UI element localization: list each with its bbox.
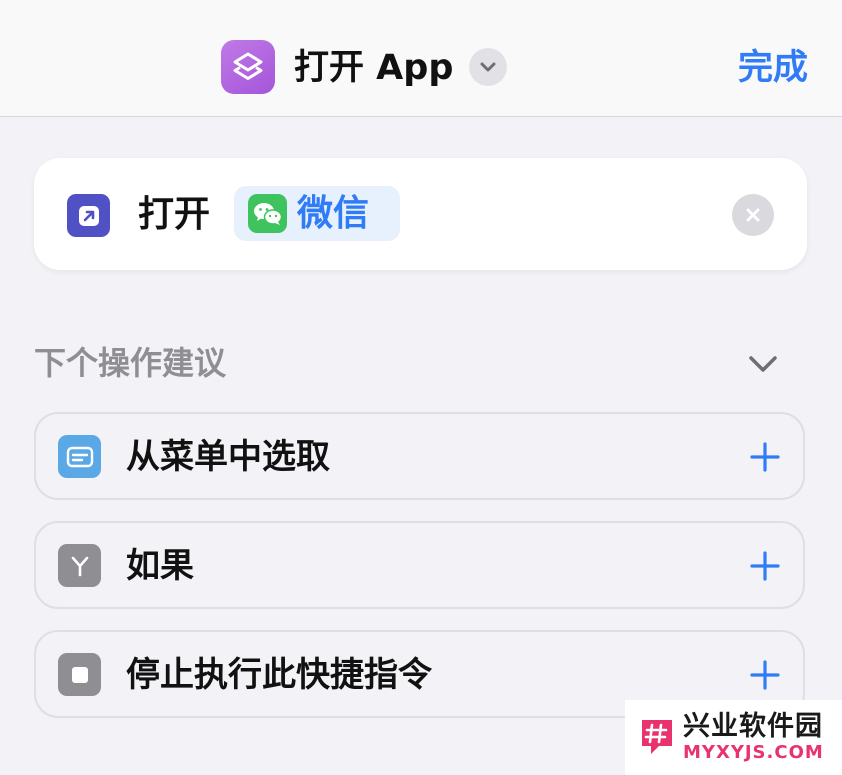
menu-list-icon — [58, 435, 101, 478]
suggestion-label: 停止执行此快捷指令 — [126, 655, 432, 695]
suggestion-if[interactable]: 如果 — [34, 521, 805, 609]
chevron-down-icon[interactable] — [469, 48, 507, 86]
suggestions-heading: 下个操作建议 — [34, 344, 227, 382]
site-watermark: 兴业软件园 MYXYJS.COM — [625, 700, 842, 775]
action-card[interactable]: 打开 微信 — [34, 158, 807, 270]
wechat-icon — [248, 194, 287, 233]
navigation-bar: 打开 App 完成 — [0, 0, 842, 117]
page-title[interactable]: 打开 App — [294, 43, 453, 93]
stop-icon — [58, 653, 101, 696]
plus-icon[interactable] — [744, 545, 786, 587]
suggestion-choose-from-menu[interactable]: 从菜单中选取 — [34, 412, 805, 500]
action-verb-label: 打开 — [138, 194, 211, 235]
suggestion-label: 如果 — [126, 546, 194, 586]
watermark-name: 兴业软件园 — [683, 711, 823, 742]
watermark-domain: MYXYJS.COM — [683, 742, 824, 763]
done-button[interactable]: 完成 — [738, 43, 808, 93]
branch-icon — [58, 544, 101, 587]
app-parameter-token[interactable]: 微信 — [234, 186, 400, 241]
suggestion-label: 从菜单中选取 — [126, 437, 330, 477]
close-icon[interactable] — [732, 194, 774, 236]
app-name-label: 微信 — [297, 193, 370, 234]
open-app-icon — [67, 194, 110, 237]
plus-icon[interactable] — [744, 654, 786, 696]
plus-icon[interactable] — [744, 436, 786, 478]
shortcuts-layers-icon[interactable] — [221, 40, 275, 94]
chevron-down-icon[interactable] — [740, 344, 786, 384]
hash-logo-icon — [639, 716, 675, 756]
